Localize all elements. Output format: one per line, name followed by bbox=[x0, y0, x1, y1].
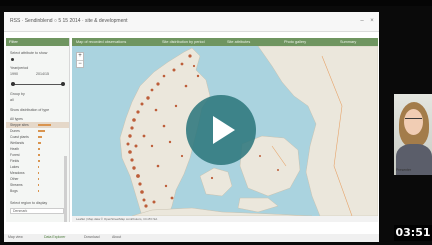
tab-data-explorer[interactable]: Data Explorer bbox=[44, 235, 65, 239]
type-list-label: Meadows bbox=[10, 171, 25, 175]
type-count-bar bbox=[38, 136, 42, 138]
type-count-bar bbox=[38, 148, 41, 150]
presenter-face bbox=[404, 109, 423, 135]
video-duration-badge: 03:51 bbox=[394, 225, 432, 241]
type-count-bar bbox=[38, 130, 45, 132]
slider-track bbox=[11, 84, 64, 85]
type-list-label: Fields bbox=[10, 159, 20, 163]
play-icon bbox=[213, 116, 235, 144]
filter-sidebar: Filter Select attribute to show Year/per… bbox=[6, 38, 70, 222]
type-list-label: Other bbox=[10, 177, 19, 181]
group-value[interactable]: all bbox=[6, 98, 69, 103]
select-attribute-label: Select attribute to show bbox=[10, 51, 48, 55]
range-from: 1990 bbox=[10, 72, 18, 76]
type-list-label: Dunes bbox=[10, 129, 20, 133]
map-tab-bar: Map of recorded observations Site distri… bbox=[72, 38, 378, 46]
slider-handle-end[interactable] bbox=[61, 82, 65, 86]
sidebar-scrollbar[interactable] bbox=[64, 156, 67, 222]
type-list-label: All types bbox=[10, 117, 23, 121]
type-list-item[interactable]: Bogs bbox=[6, 188, 69, 194]
video-frame[interactable]: RSS · Sendinblend ○ 5 15 2014 · site & d… bbox=[0, 0, 432, 245]
type-count-bar bbox=[38, 172, 39, 174]
type-count-bar bbox=[38, 154, 40, 156]
close-button[interactable]: × bbox=[368, 17, 376, 25]
sidebar-header: Filter bbox=[6, 38, 69, 46]
type-list-label: Bogs bbox=[10, 189, 18, 193]
top-letterbox bbox=[0, 0, 432, 6]
bottom-tab-bar: Map view Data Explorer Download About bbox=[4, 234, 379, 242]
type-list-label: Heath bbox=[10, 147, 20, 151]
year-label: Year/period bbox=[10, 66, 29, 70]
webcam-overlay: Presenter bbox=[394, 94, 432, 175]
type-list-label: Lakes bbox=[10, 165, 20, 169]
tab-attributes[interactable]: Site attributes bbox=[227, 40, 250, 44]
region-label: Select region to display bbox=[10, 201, 48, 205]
type-list-label: Steppe sites bbox=[10, 123, 29, 127]
type-count-bar bbox=[38, 142, 41, 144]
title-bar: RSS · Sendinblend ○ 5 15 2014 · site & d… bbox=[4, 12, 379, 32]
type-list-label: Coast plants bbox=[10, 135, 29, 139]
play-button[interactable] bbox=[186, 95, 256, 165]
type-list: All types Steppe sites Dunes Coast plants We… bbox=[6, 116, 69, 194]
tab-download[interactable]: Download bbox=[84, 235, 100, 239]
type-count-bar bbox=[38, 178, 39, 180]
map-attribution: Leaflet | Map data © OpenStreetMap contr… bbox=[72, 216, 378, 222]
type-count-bar bbox=[38, 124, 51, 126]
app-title: RSS · Sendinblend ○ 5 15 2014 · site & d… bbox=[10, 18, 128, 24]
tab-map[interactable]: Map of recorded observations bbox=[76, 40, 126, 44]
type-list-label: Streams bbox=[10, 183, 23, 187]
tab-summary[interactable]: Summary bbox=[340, 40, 356, 44]
minimize-button[interactable]: – bbox=[358, 17, 366, 25]
distribution-label: Show distribution of type bbox=[10, 108, 50, 112]
tab-gallery[interactable]: Photo gallery bbox=[284, 40, 306, 44]
region-selector: Select region to display Denmark bbox=[10, 196, 64, 214]
type-count-bar bbox=[38, 166, 40, 168]
range-labels: 1990 2014/15 bbox=[6, 72, 69, 77]
attribution-text: Leaflet | Map data © OpenStreetMap contr… bbox=[76, 217, 158, 221]
range-to: 2014/15 bbox=[36, 72, 49, 76]
radio-dot[interactable] bbox=[11, 58, 14, 61]
tab-map-view[interactable]: Map view bbox=[8, 235, 23, 239]
slider-handle-start[interactable] bbox=[11, 82, 15, 86]
tab-distribution[interactable]: Site distribution by period bbox=[162, 40, 205, 44]
zoom-control: + − bbox=[76, 52, 84, 68]
type-count-bar bbox=[38, 184, 39, 186]
type-list-label: Forest bbox=[10, 153, 20, 157]
region-select[interactable]: Denmark bbox=[10, 208, 64, 214]
tab-about[interactable]: About bbox=[112, 235, 121, 239]
zoom-out-button[interactable]: − bbox=[77, 60, 83, 67]
presenter-name: Presenter bbox=[396, 168, 412, 172]
type-list-label: Wetlands bbox=[10, 141, 25, 145]
type-count-bar bbox=[38, 160, 40, 162]
presenter-glasses bbox=[405, 118, 422, 122]
year-slider[interactable] bbox=[11, 81, 65, 87]
zoom-in-button[interactable]: + bbox=[77, 53, 83, 60]
group-label: Group by bbox=[10, 92, 25, 96]
